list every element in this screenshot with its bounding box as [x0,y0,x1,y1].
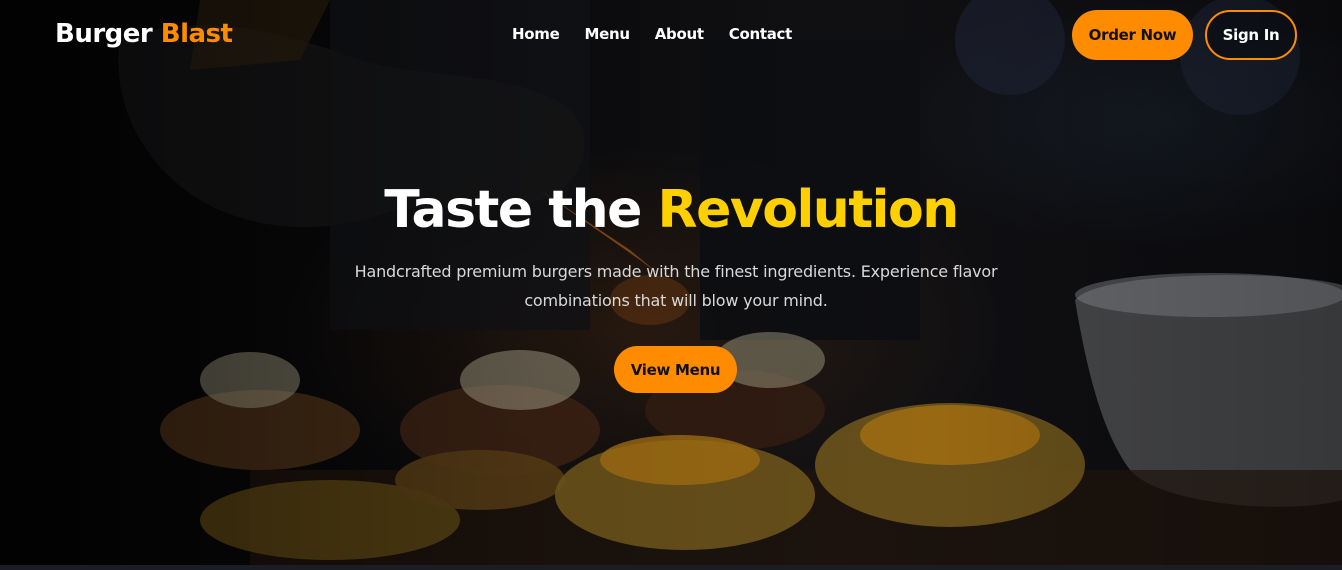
view-menu-button[interactable]: View Menu [614,346,737,393]
brand-name: Burger [55,19,153,49]
hero-subtitle: Handcrafted premium burgers made with th… [354,262,998,310]
nav-link-about[interactable]: About [655,25,704,43]
brand-logo[interactable]: Burger Blast [55,19,233,49]
nav-link-contact[interactable]: Contact [729,25,793,43]
hero-title-main: Taste the [384,180,658,240]
navbar: Burger Blast Home Menu About Contact Ord… [0,0,1342,72]
nav-links: Home Menu About Contact [512,25,792,43]
sign-in-button[interactable]: Sign In [1205,10,1297,60]
brand-accent: Blast [160,19,233,49]
next-section-edge [0,565,1342,570]
hero-title: Taste the Revolution [0,180,1342,240]
hero-section: Taste the Revolution Handcrafted premium… [0,0,1342,565]
order-now-button[interactable]: Order Now [1072,10,1193,60]
hero-title-accent: Revolution [657,180,960,240]
nav-link-menu[interactable]: Menu [584,25,630,43]
nav-link-home[interactable]: Home [512,25,560,43]
